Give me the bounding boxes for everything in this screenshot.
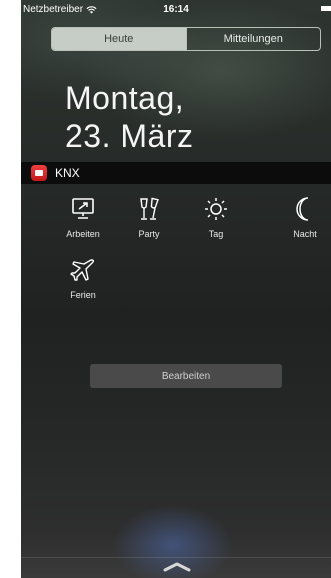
scene-button-arbeiten[interactable]: Arbeiten (56, 196, 110, 239)
knx-app-icon (31, 165, 47, 181)
scene-button-nacht[interactable]: Nacht (278, 196, 331, 239)
airplane-icon (70, 259, 95, 281)
sun-icon (205, 198, 227, 220)
date-day-month: 23. März (65, 118, 194, 154)
champagne-glasses-icon (140, 197, 159, 220)
view-segmented-control: Heute Mitteilungen (51, 27, 321, 51)
date-weekday: Montag, (65, 80, 185, 116)
notification-center: Netzbetreiber 16:14 Heute Mitteilungen M… (21, 0, 331, 578)
divider (21, 557, 331, 558)
scene-label: Ferien (70, 290, 96, 300)
tab-today[interactable]: Heute (52, 28, 186, 50)
scene-button-tag[interactable]: Tag (189, 196, 243, 239)
widget-app-name: KNX (55, 166, 80, 180)
status-bar: Netzbetreiber 16:14 (21, 0, 331, 18)
scene-label: Party (138, 229, 160, 239)
scene-label: Nacht (293, 229, 317, 239)
battery-icon (321, 6, 331, 11)
scene-label: Arbeiten (66, 229, 100, 239)
chevron-up-icon[interactable] (163, 560, 191, 572)
edit-button[interactable]: Bearbeiten (90, 364, 282, 388)
widget-header[interactable]: KNX (21, 162, 331, 184)
tab-notifications[interactable]: Mitteilungen (185, 28, 321, 50)
status-time: 16:14 (163, 4, 189, 15)
presentation-board-icon (72, 198, 94, 219)
scene-button-party[interactable]: Party (122, 196, 176, 239)
scene-button-ferien[interactable]: Ferien (56, 257, 110, 300)
scene-label: Tag (208, 229, 224, 239)
moon-icon (296, 197, 309, 221)
